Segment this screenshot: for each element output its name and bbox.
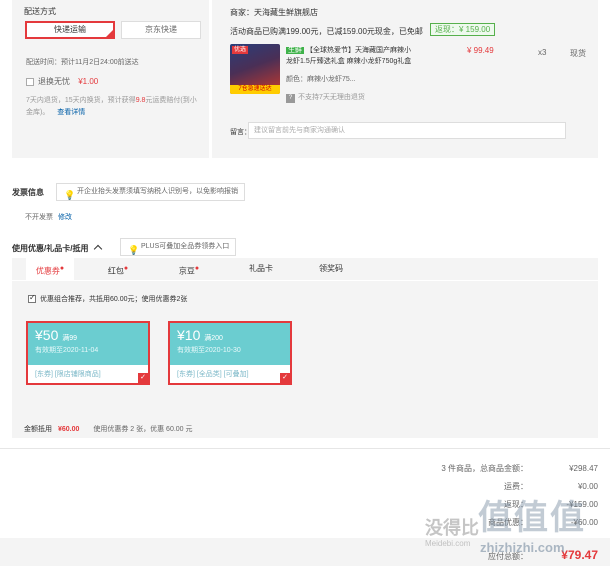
promo-text: 活动商品已购满199.00元，已减159.00元现金，已免邮 — [230, 27, 423, 36]
coupon-section-title[interactable]: 使用优惠/礼品卡/抵用 — [12, 243, 102, 254]
return-badge-wrap: 返现：¥ 159.00 — [430, 23, 496, 36]
coupon-card-top: ¥10 满200 有效期至2020-10-30 — [170, 323, 290, 365]
merchant-name[interactable]: 天海藏生鲜旗舰店 — [254, 8, 318, 17]
tab-redpacket-dot: ● — [123, 265, 129, 272]
product-color: 颜色：麻辣小龙虾75... — [286, 74, 356, 84]
coupon-amount: ¥50 满99 — [35, 327, 141, 343]
lightbulb-icon: 💡 — [128, 245, 140, 255]
tab-coupons-label: 优惠券 — [35, 266, 60, 276]
merchant-label: 商家： — [230, 8, 254, 17]
delivery-title: 配送方式 — [24, 7, 56, 16]
return-amount: 9.8 — [135, 97, 146, 104]
no-return-icon: ? — [286, 94, 295, 103]
return-desc-2: 元运费赔付(到小 — [145, 97, 197, 104]
total-goods-row: 3 件商品，总商品金额： ¥298.47 — [441, 463, 598, 474]
coupon-card-top: ¥50 满99 有效期至2020-11-04 — [28, 323, 148, 365]
recommend-text: 优惠组合推荐，共抵用60.00元；使用优惠券2张 — [40, 296, 188, 303]
return-insurance-label: 退换无忧 — [38, 77, 70, 86]
delivery-panel: 配送方式 快递运输 京东快递 配送时间：预计11月2日24:00前送达 退换无忧… — [12, 0, 209, 158]
no-return-text: 不支持7天无理由退货 — [298, 94, 365, 101]
chevron-up-icon[interactable] — [93, 244, 102, 254]
watermark-logo: 值值值 — [478, 499, 586, 537]
coupon-expire: 有效期至2020-10-30 — [177, 347, 241, 354]
tab-redpacket[interactable]: 红包● — [94, 258, 142, 280]
tab-jdbeans-label: 京豆 — [178, 266, 195, 276]
recommend-checkbox[interactable] — [28, 293, 36, 304]
product-stock: 现货 — [570, 49, 586, 58]
return-badge: 返现：¥ 159.00 — [430, 23, 496, 36]
tab-divider — [12, 280, 598, 281]
return-desc-1: 7天内退货，15天内换货，预计获得 — [26, 97, 136, 104]
coupon-summary: 金额抵用 ¥60.00 使用优惠券 2 张，优惠 60.00 元 — [24, 424, 193, 434]
product-name[interactable]: 生鲜 【全球热爱节】天海藏国产麻辣小 龙虾1.5斤臻选礼盒 麻辣小龙虾750g礼盒 — [286, 45, 446, 67]
tab-giftcard[interactable]: 礼品卡 — [237, 258, 285, 280]
product-color-label: 颜色： — [286, 76, 307, 83]
delivery-time-value: 预计11月2日24:00前送达 — [61, 59, 139, 66]
return-insurance-desc: 7天内退货，15天内换货，预计获得9.8元运费赔付(到小 金库)。 查看详情 — [26, 95, 206, 119]
total-goods-value: ¥298.47 — [569, 464, 598, 473]
coupon-card[interactable]: ¥10 满200 有效期至2020-10-30 [东券] [全品类] [可叠加] — [168, 321, 292, 385]
invoice-hint-text: 开企业抬头发票须填写纳税人识别号，以免影响报销 — [77, 188, 238, 195]
total-goods-label: 3 件商品，总商品金额： — [441, 464, 528, 473]
tab-coupons-dot: ● — [59, 265, 65, 272]
note-input[interactable]: 建议留言前先与商家沟通确认 — [248, 122, 566, 139]
delivery-option-express[interactable]: 快递运输 — [25, 21, 115, 39]
product-price: ¥ 99.49 — [467, 46, 494, 55]
tab-redpacket-label: 红包 — [107, 266, 124, 276]
plus-coupon-hint-text: PLUS可叠加全品券领券入口 — [141, 243, 230, 250]
coupon-condition: 满200 — [204, 335, 223, 342]
return-details-link[interactable]: 查看详情 — [57, 109, 85, 116]
product-name-line2: 龙虾1.5斤臻选礼盒 麻辣小龙虾750g礼盒 — [286, 58, 412, 65]
product-image-corner: 优选 — [232, 46, 249, 54]
watermark-url: Meidebi.com — [425, 539, 471, 548]
delivery-option-jd[interactable]: 京东快递 — [121, 21, 201, 39]
lightbulb-icon: 💡 — [64, 190, 76, 200]
product-qty: x3 — [538, 48, 547, 57]
watermark-text: 没得比 — [425, 518, 479, 538]
coupon-summary-label: 金额抵用 — [24, 426, 52, 433]
coupon-tags: [东券] [全品类] [可叠加] — [177, 371, 249, 378]
coupon-summary-amount: ¥60.00 — [57, 426, 80, 433]
product-color-value: 麻辣小龙虾75... — [307, 76, 356, 83]
invoice-value-row: 不开发票 修改 — [25, 212, 72, 222]
coupon-condition: 满99 — [62, 335, 78, 342]
shop-panel: 商家：天海藏生鲜旗舰店 活动商品已购满199.00元，已减159.00元现金，已… — [212, 0, 598, 158]
tab-jdbeans-dot: ● — [194, 265, 200, 272]
coupon-tags: [东券] [限店铺限商品] — [35, 371, 101, 378]
product-name-line1: 【全球热爱节】天海藏国产麻辣小 — [306, 47, 411, 54]
plus-coupon-hint[interactable]: 💡 PLUS可叠加全品券领券入口 — [120, 238, 237, 256]
coupon-card[interactable]: ¥50 满99 有效期至2020-11-04 [东券] [限店铺限商品] — [26, 321, 150, 385]
coupon-expire: 有效期至2020-11-04 — [35, 347, 99, 354]
return-insurance-checkbox[interactable] — [26, 77, 34, 86]
recommend-row[interactable]: 优惠组合推荐，共抵用60.00元；使用优惠券2张 — [28, 293, 188, 304]
coupon-amount-value: ¥10 — [177, 327, 201, 343]
divider — [0, 448, 610, 449]
invoice-title: 发票信息 — [12, 188, 44, 197]
product-tag: 生鲜 — [286, 47, 304, 54]
return-desc-3: 金库)。 — [26, 109, 50, 116]
coupon-amount: ¥10 满200 — [177, 327, 283, 343]
watermark-logo-url: zhizhizhi.com — [480, 540, 565, 555]
no-return-notice: ? 不支持7天无理由退货 — [286, 92, 365, 103]
return-insurance-price: ¥1.00 — [78, 77, 99, 86]
delivery-time: 配送时间：预计11月2日24:00前送达 — [26, 57, 139, 67]
coupon-amount-value: ¥50 — [35, 327, 59, 343]
tab-prizecode[interactable]: 领奖码 — [307, 258, 355, 280]
product-image-label: 7仓急速送达 — [230, 85, 280, 94]
return-insurance-row[interactable]: 退换无忧 ¥1.00 — [26, 76, 98, 87]
delivery-time-label: 配送时间： — [26, 59, 61, 66]
product-image[interactable]: 优选 7仓急速送达 — [230, 44, 280, 94]
coupon-summary-desc: 使用优惠券 2 张，优惠 60.00 元 — [93, 426, 193, 433]
invoice-value: 不开发票 — [25, 214, 53, 221]
invoice-hint: 💡 开企业抬头发票须填写纳税人识别号，以免影响报销 — [56, 183, 245, 201]
coupon-title-text: 使用优惠/礼品卡/抵用 — [12, 244, 89, 253]
tab-jdbeans[interactable]: 京豆● — [165, 258, 213, 280]
invoice-modify-link[interactable]: 修改 — [58, 214, 72, 221]
tab-coupons[interactable]: 优惠券● — [26, 258, 74, 280]
merchant-line: 商家：天海藏生鲜旗舰店 — [230, 7, 318, 18]
coupon-area: 优惠券● 红包● 京豆● 礼品卡 领奖码 优惠组合推荐，共抵用60.00元；使用… — [12, 258, 598, 438]
